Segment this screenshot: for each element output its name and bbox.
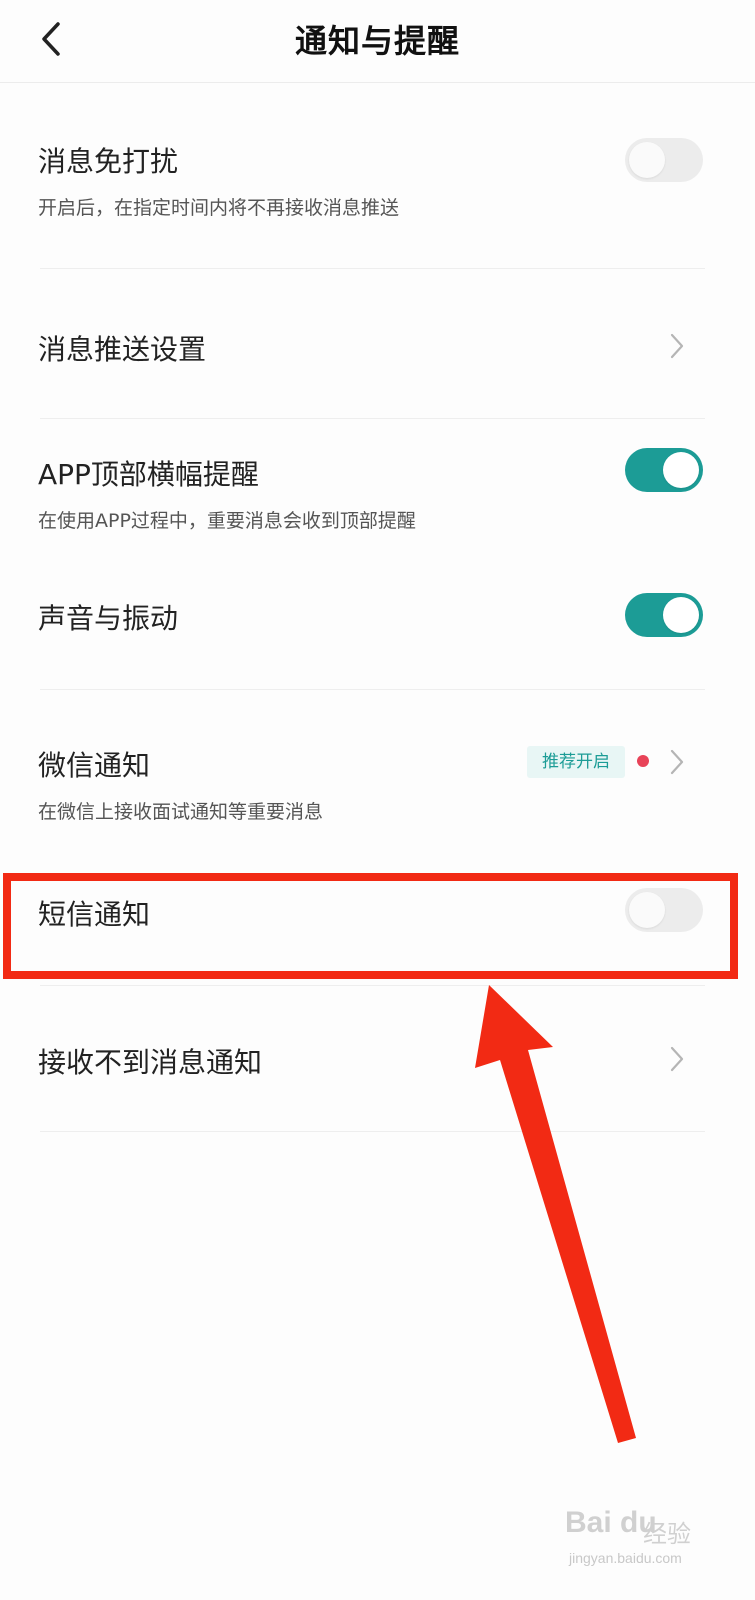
divider [40, 1131, 705, 1132]
watermark-brand: 经验 [643, 1520, 691, 1548]
divider [40, 268, 705, 269]
setting-title: 消息推送设置 [38, 333, 207, 366]
setting-title: 消息免打扰 [38, 145, 179, 178]
setting-title: 微信通知 [38, 749, 151, 782]
sms-notification-toggle[interactable] [625, 888, 703, 932]
red-dot-indicator [637, 755, 649, 767]
divider [40, 985, 705, 986]
setting-subtitle: 开启后，在指定时间内将不再接收消息推送 [38, 197, 400, 219]
app-banner-toggle[interactable] [625, 448, 703, 492]
divider [40, 418, 705, 419]
setting-title: APP顶部横幅提醒 [38, 458, 259, 491]
divider [40, 689, 705, 690]
setting-subtitle: 在使用APP过程中，重要消息会收到顶部提醒 [38, 510, 416, 532]
page-title: 通知与提醒 [294, 22, 460, 60]
chevron-right-icon[interactable] [665, 747, 687, 777]
setting-title: 短信通知 [38, 898, 151, 931]
recommend-badge: 推荐开启 [527, 746, 625, 778]
do-not-disturb-toggle[interactable] [625, 138, 703, 182]
chevron-right-icon[interactable] [665, 331, 687, 361]
setting-title: 声音与振动 [38, 602, 179, 635]
baidu-jingyan-watermark: Bai du 经验 jingyan.baidu.com [565, 1500, 715, 1580]
chevron-right-icon[interactable] [665, 1044, 687, 1074]
watermark-logo: Bai du [565, 1506, 657, 1539]
header-bar: 通知与提醒 [0, 0, 755, 83]
sound-vibration-toggle[interactable] [625, 593, 703, 637]
setting-subtitle: 在微信上接收面试通知等重要消息 [38, 801, 324, 823]
watermark-url: jingyan.baidu.com [569, 1550, 682, 1566]
setting-title: 接收不到消息通知 [38, 1046, 263, 1079]
